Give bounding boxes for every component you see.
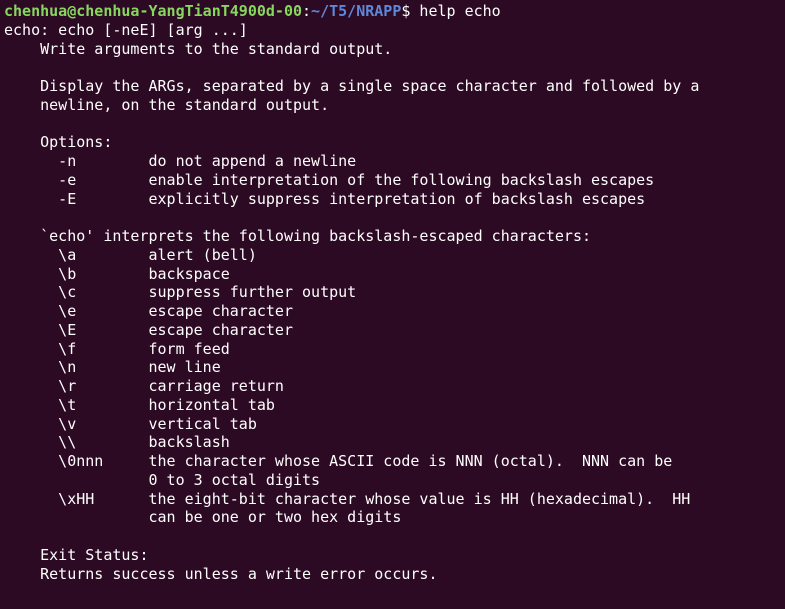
output-line: \r carriage return — [4, 377, 781, 396]
output-line: \E escape character — [4, 321, 781, 340]
output-line: `echo' interprets the following backslas… — [4, 227, 781, 246]
output-line: Returns success unless a write error occ… — [4, 565, 781, 584]
output-line: \a alert (bell) — [4, 246, 781, 265]
prompt-path: ~/T5/NRAPP — [311, 2, 401, 20]
output-line: \b backspace — [4, 265, 781, 284]
output-line: -e enable interpretation of the followin… — [4, 171, 781, 190]
output-line: \c suppress further output — [4, 283, 781, 302]
output-line — [4, 527, 781, 546]
output-line: \t horizontal tab — [4, 396, 781, 415]
prompt-user-host: chenhua@chenhua-YangTianT4900d-00 — [4, 2, 302, 20]
output-line — [4, 58, 781, 77]
terminal-window[interactable]: chenhua@chenhua-YangTianT4900d-00:~/T5/N… — [0, 0, 785, 585]
output-line: Options: — [4, 133, 781, 152]
output-line: 0 to 3 octal digits — [4, 471, 781, 490]
output-line: \0nnn the character whose ASCII code is … — [4, 452, 781, 471]
output-line: Exit Status: — [4, 546, 781, 565]
prompt-dollar: $ — [401, 2, 419, 20]
prompt-line: chenhua@chenhua-YangTianT4900d-00:~/T5/N… — [4, 2, 781, 21]
command-text: help echo — [419, 2, 500, 20]
output-line: \xHH the eight-bit character whose value… — [4, 490, 781, 509]
output-line: newline, on the standard output. — [4, 96, 781, 115]
prompt-colon: : — [302, 2, 311, 20]
output-line: can be one or two hex digits — [4, 508, 781, 527]
output-line: \\ backslash — [4, 433, 781, 452]
output-line: -n do not append a newline — [4, 152, 781, 171]
output-line — [4, 115, 781, 134]
output-line: Display the ARGs, separated by a single … — [4, 77, 781, 96]
output-line: -E explicitly suppress interpretation of… — [4, 190, 781, 209]
output-line: \n new line — [4, 358, 781, 377]
output-line: echo: echo [-neE] [arg ...] — [4, 21, 781, 40]
output-line: Write arguments to the standard output. — [4, 40, 781, 59]
output-line: \e escape character — [4, 302, 781, 321]
output-line: \f form feed — [4, 340, 781, 359]
output-line — [4, 208, 781, 227]
output-line: \v vertical tab — [4, 415, 781, 434]
